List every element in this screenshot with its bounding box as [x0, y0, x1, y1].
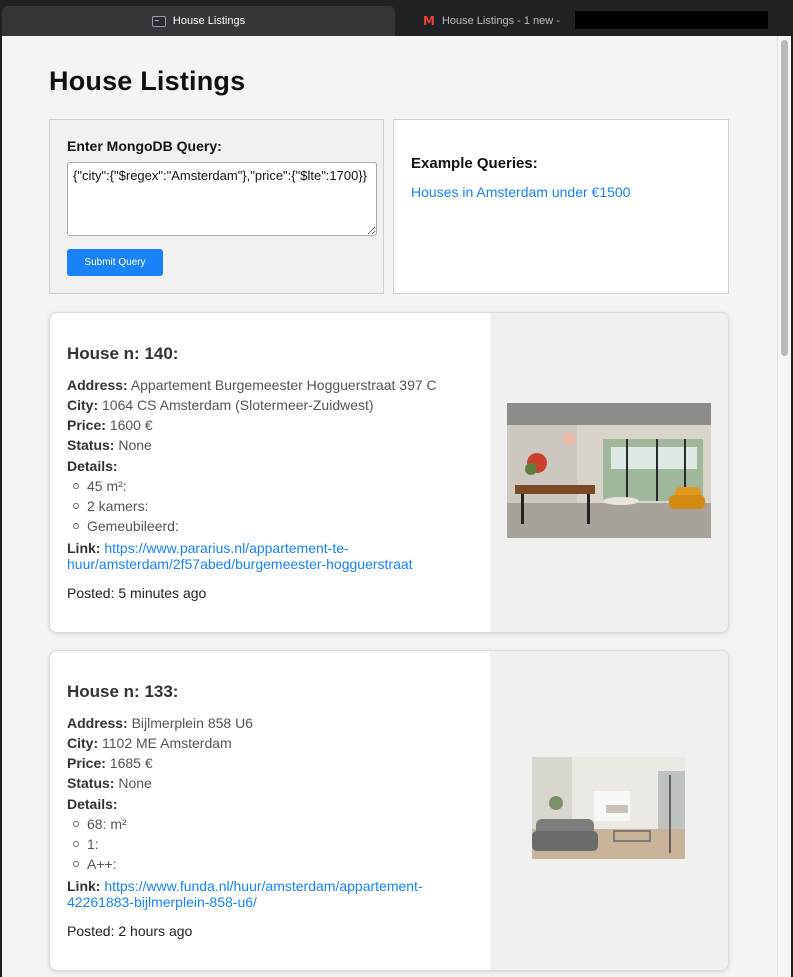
city-value: 1102 ME Amsterdam [102, 735, 232, 751]
page-title: House Listings [49, 66, 246, 96]
submit-query-button[interactable]: Submit Query [67, 249, 163, 276]
price-field: Price: 1600 € [67, 417, 153, 433]
terminal-icon [151, 15, 166, 27]
city-field: City: 1064 CS Amsterdam (Slotermeer-Zuid… [67, 397, 374, 413]
redacted-area [575, 11, 768, 29]
status-value: None [118, 775, 152, 791]
listing-link[interactable]: https://www.pararius.nl/appartement-te-h… [67, 540, 413, 572]
detail-item: 2 kamers: [72, 498, 149, 514]
city-value: 1064 CS Amsterdam (Slotermeer-Zuidwest) [102, 397, 374, 413]
page-viewport: House Listings Enter MongoDB Query: {"ci… [2, 36, 777, 977]
address-field: Address: Bijlmerplein 858 U6 [67, 715, 253, 731]
query-panel: Enter MongoDB Query: {"city":{"$regex":"… [49, 119, 384, 294]
price-value: 1600 € [109, 417, 153, 433]
vertical-scrollbar[interactable] [777, 36, 791, 977]
link-field: Link: https://www.funda.nl/huur/amsterda… [67, 878, 487, 910]
tab-title: House Listings - 1 new - [441, 15, 560, 27]
gmail-icon: M [423, 14, 435, 28]
house-title: House n: 133: [67, 682, 179, 701]
browser-tab-bar: House Listings M House Listings - 1 new … [0, 0, 793, 36]
details-label: Details: [67, 458, 118, 474]
link-label: Link: [67, 540, 101, 556]
price-label: Price: [67, 417, 106, 433]
tab-title: House Listings [172, 15, 246, 27]
detail-item: Gemeubileerd: [73, 518, 179, 534]
status-field: Status: None [67, 437, 152, 453]
house-photo[interactable] [532, 757, 685, 859]
house-image-panel [490, 651, 728, 970]
house-photo[interactable] [507, 403, 711, 538]
example-query-link[interactable]: Houses in Amsterdam under €1500 [411, 184, 630, 200]
address-label: Address: [67, 715, 128, 731]
query-input[interactable]: {"city":{"$regex":"Amsterdam"},"price":{… [67, 162, 377, 236]
address-field: Address: Appartement Burgemeester Hoggue… [67, 377, 437, 393]
status-label: Status: [67, 775, 115, 791]
address-value: Appartement Burgemeester Hogguerstraat 3… [130, 377, 437, 393]
price-value: 1685 € [109, 755, 153, 771]
address-label: Address: [67, 377, 128, 393]
house-card: House n: 133: Address: Bijlmerplein 858 … [49, 650, 729, 971]
status-value: None [118, 437, 152, 453]
link-label: Link: [67, 878, 101, 894]
status-label: Status: [67, 437, 115, 453]
city-field: City: 1102 ME Amsterdam [67, 735, 232, 751]
city-label: City: [67, 735, 99, 751]
posted-time: Posted: 2 hours ago [67, 923, 193, 939]
listing-link[interactable]: https://www.funda.nl/huur/amsterdam/appa… [67, 878, 423, 910]
detail-item: 45 m²: [73, 478, 127, 494]
details-label: Details: [67, 796, 118, 812]
detail-item: A++: [73, 856, 117, 872]
detail-item: 1: [73, 836, 99, 852]
price-field: Price: 1685 € [67, 755, 153, 771]
link-field: Link: https://www.pararius.nl/appartemen… [67, 540, 487, 572]
example-queries-panel: Example Queries: Houses in Amsterdam und… [393, 119, 729, 294]
house-title: House n: 140: [67, 344, 179, 363]
scrollbar-thumb[interactable] [781, 40, 788, 356]
posted-time: Posted: 5 minutes ago [67, 585, 207, 601]
status-field: Status: None [67, 775, 152, 791]
address-value: Bijlmerplein 858 U6 [131, 715, 253, 731]
detail-item: 68: m² [73, 816, 127, 832]
house-card: House n: 140: Address: Appartement Burge… [49, 312, 729, 633]
tab-house-listings[interactable]: House Listings [2, 6, 395, 36]
price-label: Price: [67, 755, 106, 771]
query-label: Enter MongoDB Query: [67, 138, 222, 154]
example-queries-title: Example Queries: [411, 155, 538, 172]
house-image-panel [490, 313, 728, 632]
city-label: City: [67, 397, 99, 413]
